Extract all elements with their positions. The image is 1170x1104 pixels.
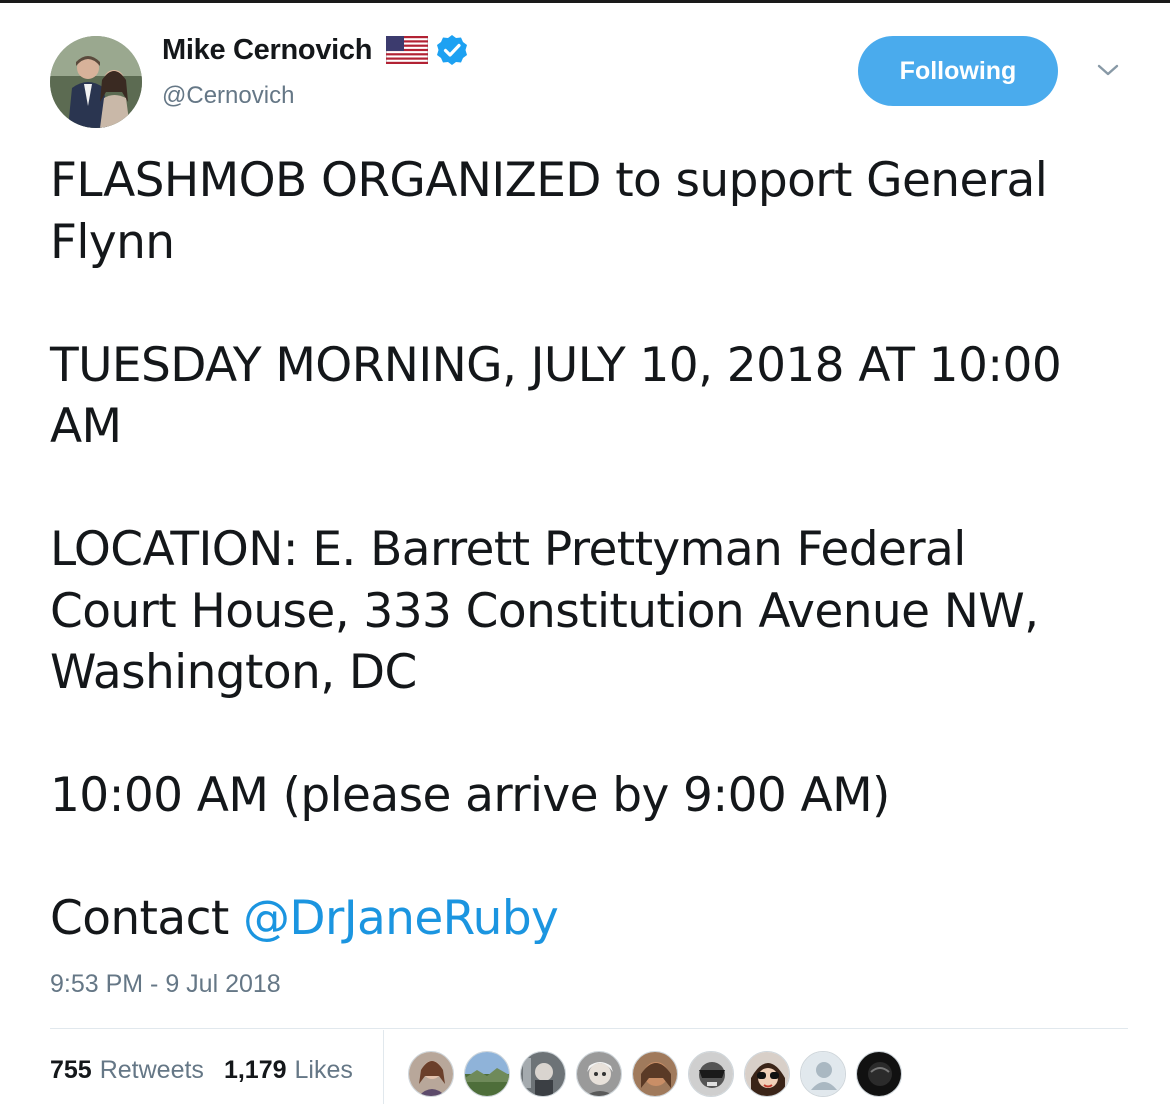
author-avatar[interactable] <box>50 36 142 128</box>
default-avatar-icon[interactable] <box>800 1051 846 1097</box>
likes-label: Likes <box>294 1056 353 1084</box>
retweets-count: 755 <box>50 1056 92 1084</box>
likes-count: 1,179 <box>223 1056 287 1084</box>
tweet-header: Mike Cernovich @Cernovich Following <box>50 34 1130 128</box>
tweet-text-line: FLASHMOB ORGANIZED to support General <box>50 153 1048 208</box>
tweet-text-line: AM <box>50 399 122 454</box>
liker-avatar[interactable] <box>408 1051 454 1097</box>
tweet-text-line: Flynn <box>50 214 175 270</box>
liker-avatar[interactable] <box>856 1051 902 1097</box>
liker-avatar[interactable] <box>520 1051 566 1097</box>
tweet-stats: 755 Retweets 1,179 Likes <box>50 1056 373 1085</box>
retweets-label: Retweets <box>99 1056 204 1084</box>
tweet-text-line: 10:00 AM (please arrive by 9:00 AM) <box>50 768 890 823</box>
tweet-contact-line: Contact @DrJaneRuby <box>50 888 1130 950</box>
tweet-timestamp[interactable]: 9:53 PM - 9 Jul 2018 <box>50 970 281 999</box>
mention-link[interactable]: @DrJaneRuby <box>243 891 559 946</box>
chevron-down-icon[interactable] <box>1096 60 1120 80</box>
author-avatar-image <box>50 36 142 128</box>
stats-divider <box>50 1028 1128 1029</box>
following-button[interactable]: Following <box>858 36 1058 106</box>
tweet-text: FLASHMOB ORGANIZED to support General Fl… <box>50 150 1130 950</box>
tweet-text-line: TUESDAY MORNING, JULY 10, 2018 AT 10:00 <box>50 337 1062 393</box>
author-display-name[interactable]: Mike Cernovich <box>162 34 372 67</box>
contact-prefix: Contact <box>50 891 243 946</box>
us-flag-icon <box>385 35 429 65</box>
author-handle[interactable]: @Cernovich <box>162 82 294 110</box>
verified-icon <box>436 34 468 66</box>
liker-avatar[interactable] <box>464 1051 510 1097</box>
tweet-text-line: Court House, 333 Constitution Avenue NW, <box>50 583 1039 639</box>
liker-avatar[interactable] <box>576 1051 622 1097</box>
retweets-stat[interactable]: 755 Retweets <box>50 1056 204 1085</box>
liker-avatar[interactable] <box>744 1051 790 1097</box>
tweet-text-line: Washington, DC <box>50 645 417 700</box>
liker-avatar[interactable] <box>632 1051 678 1097</box>
author-name-row: Mike Cernovich <box>162 34 468 66</box>
likes-stat[interactable]: 1,179 Likes <box>224 1056 353 1085</box>
stats-vertical-divider <box>383 1030 384 1104</box>
top-border <box>0 0 1170 3</box>
liker-avatars <box>408 1050 912 1098</box>
liker-avatar[interactable] <box>688 1051 734 1097</box>
tweet-text-line: LOCATION: E. Barrett Prettyman Federal <box>50 522 966 577</box>
